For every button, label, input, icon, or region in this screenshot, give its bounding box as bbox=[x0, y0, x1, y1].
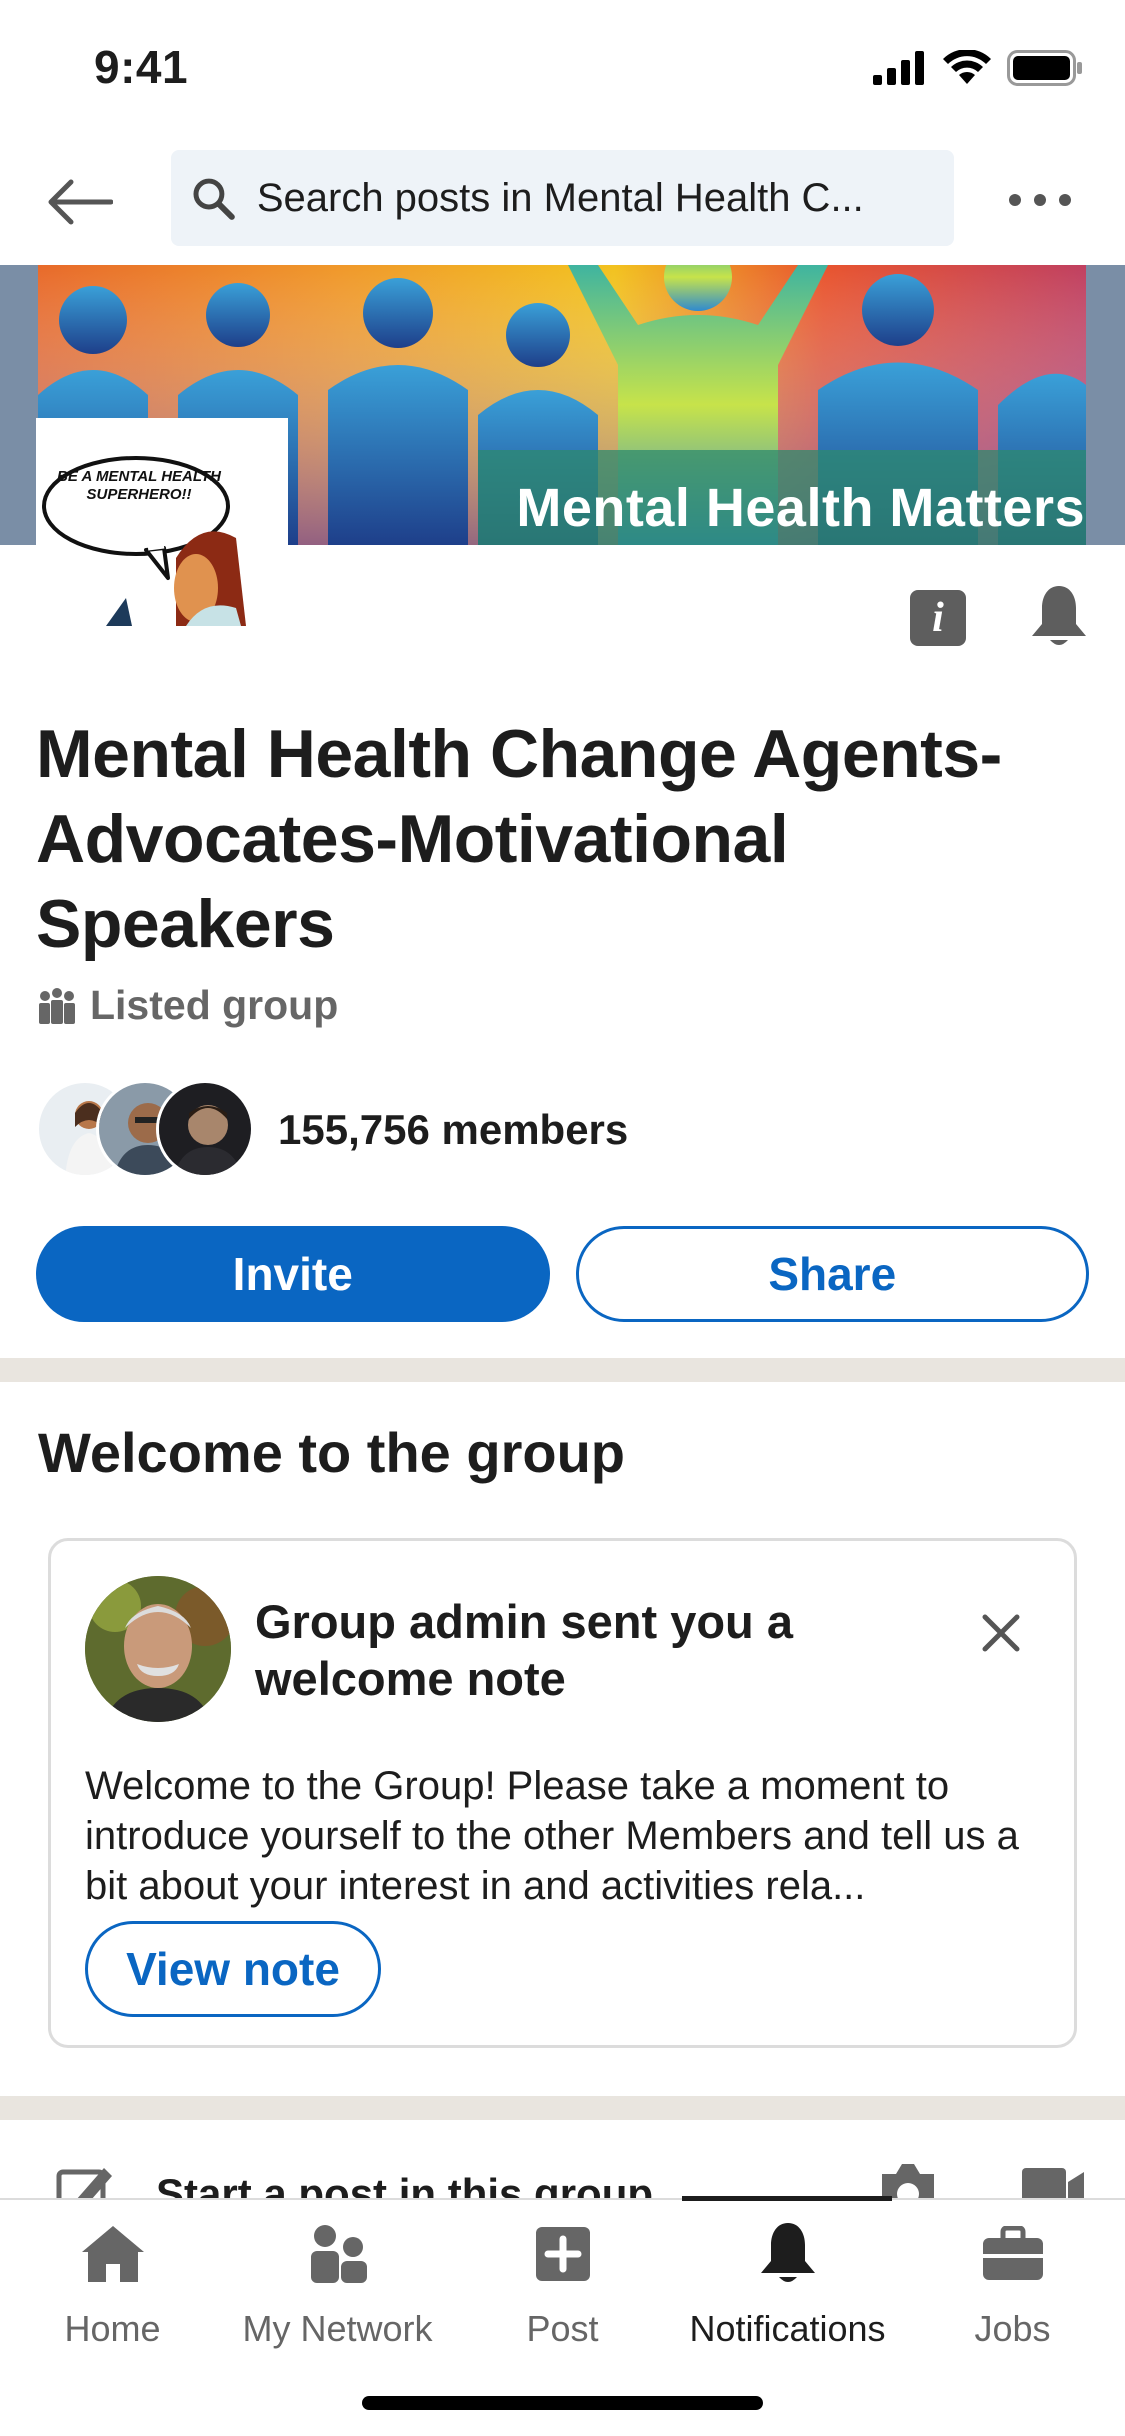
start-post-bar[interactable]: Start a post in this group bbox=[0, 2120, 1125, 2200]
active-tab-indicator bbox=[682, 2196, 892, 2201]
bell-icon bbox=[1032, 586, 1086, 645]
more-options-button[interactable] bbox=[1000, 170, 1080, 230]
battery-icon bbox=[1007, 50, 1082, 86]
tab-my-network[interactable]: My Network bbox=[225, 2218, 450, 2368]
tab-home-label: Home bbox=[64, 2308, 161, 2349]
home-indicator bbox=[362, 2396, 763, 2410]
video-icon[interactable] bbox=[1020, 2164, 1086, 2200]
edit-icon bbox=[56, 2168, 112, 2200]
info-icon: i bbox=[932, 595, 944, 641]
back-button[interactable] bbox=[40, 162, 120, 242]
close-icon bbox=[982, 1614, 1020, 1652]
back-arrow-icon bbox=[48, 179, 113, 225]
welcome-card-title: Group admin sent you a welcome note bbox=[255, 1595, 793, 1705]
tab-notifications-label: Notifications bbox=[689, 2308, 886, 2349]
welcome-heading: Welcome to the group bbox=[38, 1421, 625, 1484]
tab-post-label: Post bbox=[526, 2308, 599, 2349]
tab-post[interactable]: Post bbox=[450, 2218, 675, 2368]
group-logo: BE A MENTAL HEALTH SUPERHERO!! bbox=[36, 418, 288, 626]
welcome-card-body: Welcome to the Group! Please take a mome… bbox=[85, 1764, 1019, 1908]
tab-my-network-label: My Network bbox=[242, 2308, 433, 2349]
share-button[interactable]: Share bbox=[575, 1226, 1089, 1322]
camera-icon[interactable] bbox=[876, 2160, 940, 2200]
group-info-button[interactable]: i bbox=[910, 590, 966, 646]
admin-avatar bbox=[85, 1576, 231, 1722]
group-people-icon bbox=[39, 987, 75, 1024]
close-button[interactable] bbox=[971, 1603, 1031, 1663]
group-type: Listed group bbox=[38, 982, 338, 1029]
home-icon bbox=[77, 2218, 149, 2290]
search-icon bbox=[193, 178, 235, 220]
group-logo-text: BE A MENTAL HEALTH SUPERHERO!! bbox=[57, 468, 221, 503]
group-notifications-button[interactable] bbox=[1024, 582, 1094, 652]
group-actions: Invite Share bbox=[36, 1226, 1089, 1322]
status-bar: 9:41 bbox=[0, 0, 1125, 140]
tab-jobs[interactable]: Jobs bbox=[900, 2218, 1125, 2368]
briefcase-icon bbox=[977, 2218, 1049, 2290]
network-icon bbox=[302, 2218, 374, 2290]
members-count: 155,756 members bbox=[278, 1106, 629, 1153]
wifi-icon bbox=[943, 50, 991, 84]
status-time: 9:41 bbox=[94, 41, 189, 93]
invite-button[interactable]: Invite bbox=[36, 1226, 550, 1322]
tab-notifications[interactable]: Notifications bbox=[675, 2218, 900, 2368]
status-icons bbox=[873, 50, 1083, 86]
tab-jobs-label: Jobs bbox=[974, 2308, 1051, 2349]
banner-text: Mental Health Matters bbox=[516, 478, 1085, 538]
members-row[interactable]: 155,756 members bbox=[36, 1080, 628, 1180]
search-input[interactable]: Search posts in Mental Health C... bbox=[171, 150, 954, 246]
top-nav: Search posts in Mental Health C... bbox=[0, 140, 1125, 265]
view-note-button[interactable]: View note bbox=[85, 1921, 381, 2017]
superhero-logo-image bbox=[36, 418, 288, 626]
section-divider bbox=[0, 1358, 1125, 1382]
group-title: Mental Health Change Agents-Advocates-Mo… bbox=[36, 716, 1002, 962]
welcome-note-card: Group admin sent you a welcome note Welc… bbox=[48, 1538, 1077, 2048]
more-icon bbox=[1009, 194, 1071, 206]
member-avatars bbox=[36, 1080, 254, 1180]
start-post-placeholder: Start a post in this group bbox=[156, 2170, 654, 2200]
member-avatar bbox=[156, 1080, 254, 1178]
post-icon bbox=[527, 2218, 599, 2290]
search-text: Search posts in Mental Health C... bbox=[256, 175, 864, 220]
group-type-label: Listed group bbox=[90, 982, 339, 1028]
bell-icon bbox=[752, 2218, 824, 2290]
section-divider bbox=[0, 2096, 1125, 2120]
tab-home[interactable]: Home bbox=[0, 2218, 225, 2368]
signal-icon bbox=[873, 51, 924, 85]
